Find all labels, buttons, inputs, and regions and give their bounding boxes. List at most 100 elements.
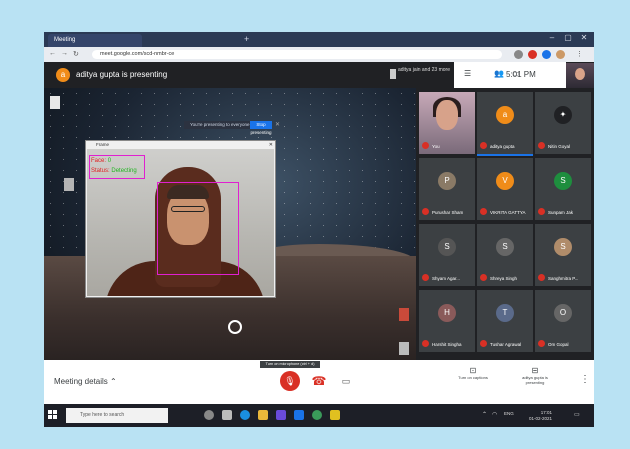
maximize-icon[interactable]: ▢ [560,33,576,42]
desktop-screen: Meeting + – ▢ ✕ ← → ↻ meet.google.com/sc… [44,32,594,427]
participant-photo [436,100,458,130]
participant-tile[interactable]: V VIKRITA GATTYA [477,158,533,220]
clock-date-tray: 01-02-2021 [528,416,552,421]
clock-time-tray: 17:01 [540,410,552,415]
taskbar-app-icon[interactable] [330,410,340,420]
more-options-icon[interactable]: ⋮ [580,374,590,385]
mic-button[interactable]: 🎙 [280,371,300,391]
hide-icon[interactable]: ✕ [275,121,280,128]
presenting-label: aditya gupta is presenting [76,70,168,79]
task-view-icon[interactable] [204,410,214,420]
tab-label: Meeting [54,37,76,43]
layout-icon[interactable]: ☰ [464,69,471,78]
taskbar-clock[interactable]: 17:01 01-02-2021 [512,410,552,422]
participant-avatar: O [554,304,572,322]
present-icon: ⊟ [531,366,539,375]
participant-tile[interactable]: O Om Gopal [535,290,591,352]
wifi-icon[interactable]: ◠ [492,411,497,418]
meeting-details-button[interactable]: Meeting details ⌃ [54,377,117,386]
extension-icon[interactable] [514,50,523,59]
presenting-button[interactable]: ⊟ aditya gupta is presenting [516,366,554,386]
address-bar: ← → ↻ meet.google.com/scd-nmbr-ce ⋮ [44,47,594,62]
mic-muted-icon [538,208,545,215]
close-icon[interactable]: ✕ [269,141,273,149]
presenter-avatar: a [56,68,70,82]
minimize-icon[interactable]: – [544,33,560,42]
taskbar-app-icon[interactable] [222,410,232,420]
face-count: Face: 0 [91,158,111,164]
participant-name: Tushar Agrawal [490,342,522,347]
notification-icon[interactable]: ▭ [574,411,580,418]
presentation-stage: You're presenting to everyone Stop prese… [44,88,416,360]
captions-button[interactable]: ⊡ Turn on captions [454,366,492,381]
self-view-thumbnail[interactable] [566,63,594,88]
participant-tile[interactable]: a aditya gupta [477,92,533,156]
captions-label: Turn on captions [458,375,488,380]
profile-avatar[interactable] [556,50,565,59]
face-count-value: 0 [107,158,112,164]
participant-tile[interactable]: You [419,92,475,154]
mic-muted-icon [480,340,487,347]
participant-tile[interactable]: S Sanghmitra P... [535,224,591,286]
file-explorer-icon[interactable] [258,410,268,420]
windows-start-icon[interactable] [48,410,58,420]
participant-tile[interactable]: H Harshit Singha [419,290,475,352]
tray-arrow-icon[interactable]: ⌃ [482,411,487,418]
extension-icon[interactable] [528,50,537,59]
participant-tile[interactable]: S Sunpam Jak [535,158,591,220]
others-label: aditya jain and 23 more [398,67,450,73]
mic-muted-icon [480,274,487,281]
participant-tile[interactable]: ✦ Nitin Goyal [535,92,591,154]
mic-muted-icon [538,340,545,347]
chrome-icon[interactable] [312,410,322,420]
stop-presenting-button[interactable]: Stop presenting [250,121,272,135]
back-icon[interactable]: ← [49,50,56,57]
taskbar-app-icon[interactable] [294,410,304,420]
participant-name: VIKRITA GATTYA [490,210,526,215]
browser-tabbar: Meeting + – ▢ ✕ [44,32,594,47]
forward-icon[interactable]: → [61,50,68,57]
participant-tile[interactable]: S Shreya Singh [477,224,533,286]
participant-tile[interactable]: T Tushar Agrawal [477,290,533,352]
edge-icon[interactable] [240,410,250,420]
participant-name: Sanghmitra P... [548,276,579,281]
new-tab-icon[interactable]: + [244,34,249,44]
recycle-bin-icon[interactable] [399,342,409,355]
taskbar-search-input[interactable]: Type here to search [66,408,168,423]
camera-button[interactable]: ▭ [336,371,356,391]
participant-avatar: P [438,172,456,190]
people-icon [390,69,396,79]
participant-tile[interactable]: P Purushar Sham [419,158,475,220]
tab-second[interactable] [139,34,235,47]
participant-avatar: V [496,172,514,190]
mic-muted-icon [422,142,429,149]
end-call-button[interactable]: ☎ [309,371,329,391]
sharing-banner: You're presenting to everyone [184,121,260,129]
taskbar-app-icon[interactable] [276,410,286,420]
menu-icon[interactable]: ⋮ [576,50,583,58]
meet-bottom-bar: Meeting details ⌃ Turn on microphone (ct… [44,360,594,404]
participant-name: Nitin Goyal [548,144,571,149]
participant-avatar: a [496,106,514,124]
face-detection-box [157,182,239,275]
participant-name: Harshit Singha [432,342,462,347]
captions-icon: ⊡ [469,366,477,375]
url-field[interactable]: meet.google.com/scd-nmbr-ce [92,50,502,59]
camera-window[interactable]: Frame ✕ Face: 0 Status: Detecting [85,140,276,298]
mic-muted-icon [422,340,429,347]
participant-avatar: ✦ [554,106,572,124]
mic-muted-icon [422,274,429,281]
tab-meeting[interactable]: Meeting [48,34,142,47]
desktop-file-icon[interactable] [50,96,60,109]
participant-tile[interactable]: S Shyam Agar... [419,224,475,286]
face-count-label: Face: [91,158,107,164]
reload-icon[interactable]: ↻ [73,50,79,58]
desktop-file-icon[interactable] [64,178,74,191]
camera-feed: Face: 0 Status: Detecting [87,149,274,296]
meeting-details-label: Meeting details [54,377,108,386]
status-label: Status: [91,168,110,174]
close-icon[interactable]: ✕ [576,33,592,42]
participants-icon[interactable]: 👥 [494,69,504,78]
desktop-app-icon[interactable] [399,308,409,321]
extension-icon[interactable] [542,50,551,59]
